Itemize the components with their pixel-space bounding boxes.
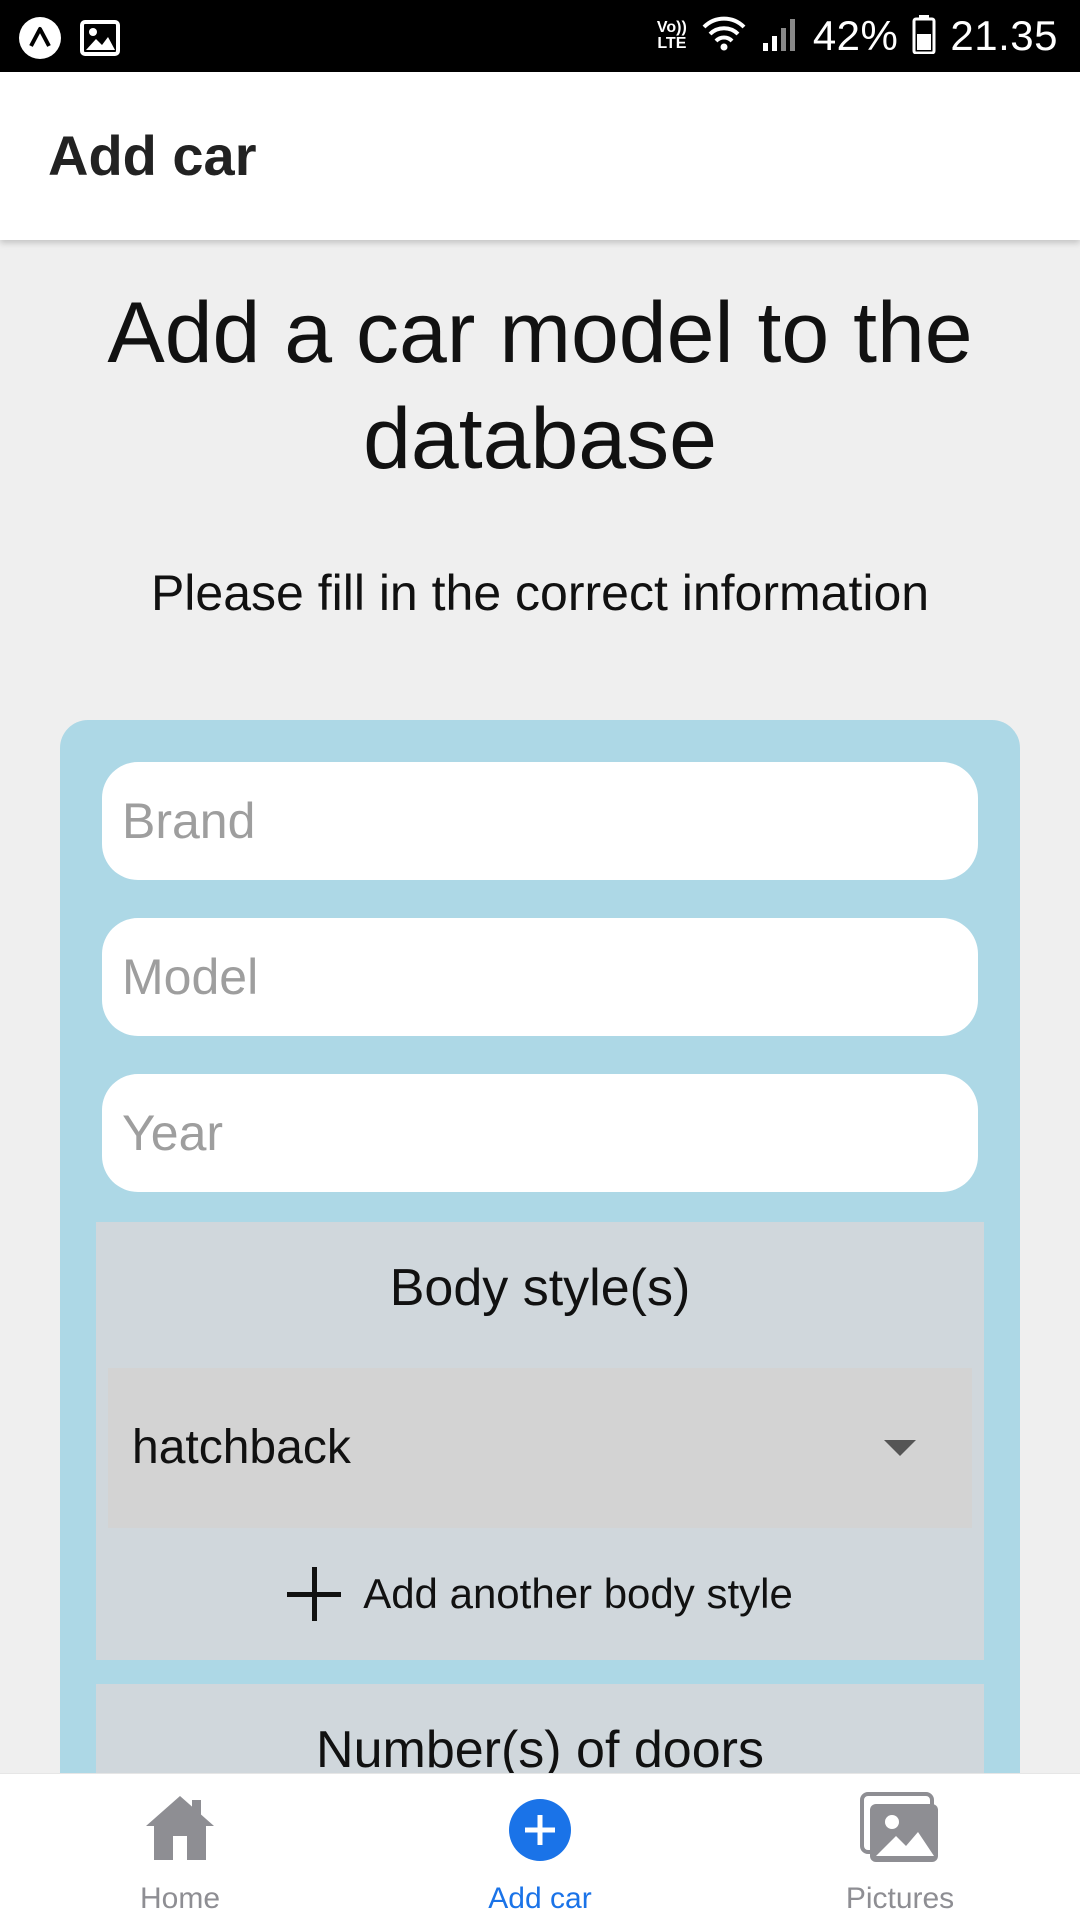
volte-indicator: Vo)) LTE xyxy=(657,20,687,52)
add-body-style-button[interactable]: Add another body style xyxy=(96,1554,984,1634)
add-circle-icon xyxy=(508,1792,572,1867)
nav-item-home[interactable]: Home xyxy=(0,1774,360,1921)
doors-title: Number(s) of doors xyxy=(316,1721,764,1779)
app-bar: Add car xyxy=(0,72,1080,240)
wifi-icon xyxy=(701,15,747,58)
battery-percent: 42% xyxy=(812,12,899,59)
plus-icon xyxy=(287,1567,342,1621)
nav-item-pictures[interactable]: Pictures xyxy=(720,1774,1080,1921)
status-bar: Vo)) LTE 42% 21.35 xyxy=(0,0,1080,72)
car-form: Body style(s) hatchback Add another body… xyxy=(60,720,1020,1820)
clock: 21.35 xyxy=(950,12,1058,59)
brand-input[interactable] xyxy=(102,762,978,880)
nav-label-home: Home xyxy=(139,1882,221,1915)
nav-label-pictures: Pictures xyxy=(845,1882,955,1915)
status-bar-left xyxy=(18,16,120,65)
image-notification-icon xyxy=(80,20,120,61)
signal-icon xyxy=(761,15,799,58)
nav-label-add-car: Add car xyxy=(488,1882,592,1915)
body-style-title: Body style(s) xyxy=(389,1259,691,1317)
body-style-selected-value: hatchback xyxy=(132,1421,351,1474)
app-notification-icon xyxy=(18,16,62,65)
body-style-section: Body style(s) hatchback Add another body… xyxy=(96,1222,984,1660)
bottom-navigation: Home Add car Pictures xyxy=(0,1773,1080,1921)
dropdown-arrow-icon xyxy=(884,1440,916,1456)
form-subheading: Please fill in the correct information xyxy=(150,565,930,621)
nav-item-add-car[interactable]: Add car xyxy=(360,1774,720,1921)
form-heading: Add a car model to the database xyxy=(107,285,973,487)
body-style-select[interactable]: hatchback xyxy=(108,1368,972,1528)
home-icon xyxy=(142,1792,218,1869)
model-input[interactable] xyxy=(102,918,978,1036)
pictures-icon xyxy=(860,1792,940,1869)
lte-text: LTE xyxy=(657,35,687,52)
volte-text: Vo)) xyxy=(656,19,687,36)
year-input[interactable] xyxy=(102,1074,978,1192)
page-title: Add car xyxy=(48,124,257,187)
battery-icon xyxy=(912,14,936,59)
add-body-style-label: Add another body style xyxy=(363,1570,793,1617)
status-bar-right: Vo)) LTE 42% 21.35 xyxy=(657,12,1058,60)
